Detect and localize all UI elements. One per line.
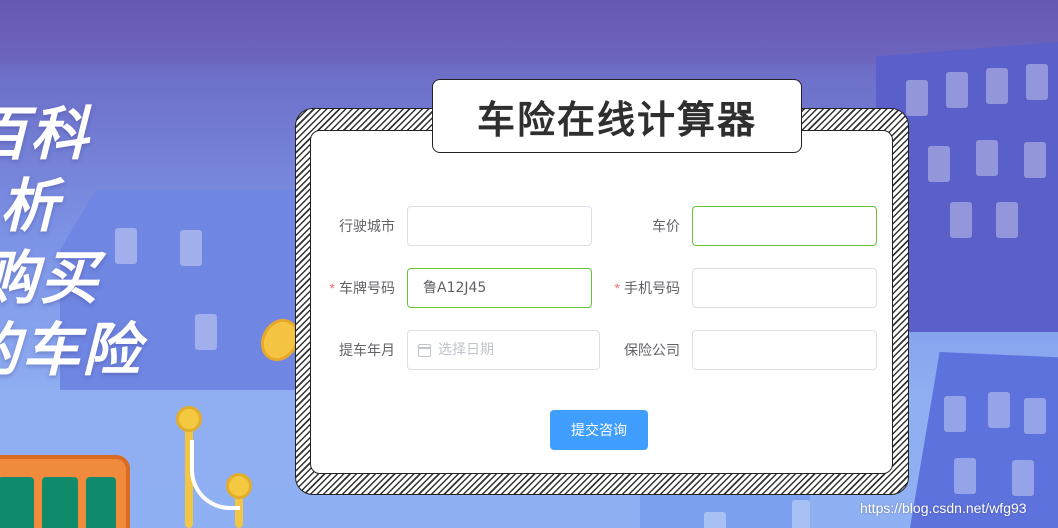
title-box: 车险在线计算器: [432, 79, 802, 153]
plate-label: * 车牌号码: [329, 280, 395, 296]
pickup-date-picker[interactable]: 选择日期: [407, 330, 600, 370]
phone-label: * 手机号码: [614, 280, 680, 296]
slogan-line: 购买: [0, 244, 101, 312]
promo-slogan: 百科 析 购买 的车险: [0, 98, 142, 386]
price-label: 车价: [652, 218, 680, 234]
required-mark: *: [614, 280, 620, 296]
city-label: 行驶城市: [339, 218, 395, 234]
watermark-text: https://blog.csdn.net/wfg93: [860, 500, 1027, 516]
barrier-pole-top: [176, 406, 202, 432]
phone-input[interactable]: [692, 268, 877, 308]
slogan-line: 百科: [0, 100, 91, 168]
plate-input[interactable]: 鲁A12J45: [407, 268, 592, 308]
pickup-date-label: 提车年月: [339, 342, 395, 358]
required-mark: *: [329, 280, 335, 296]
bus-illustration: [0, 455, 130, 528]
price-input[interactable]: [692, 206, 877, 246]
date-placeholder: 选择日期: [438, 342, 494, 358]
background-top-band: [0, 0, 1058, 64]
slogan-line: 的车险: [0, 316, 143, 384]
insurer-input[interactable]: [692, 330, 877, 370]
insurer-label: 保险公司: [624, 342, 680, 358]
page-title: 车险在线计算器: [476, 97, 757, 142]
submit-button[interactable]: 提交咨询: [550, 410, 648, 450]
slogan-line: 析: [0, 172, 61, 240]
city-input[interactable]: [407, 206, 592, 246]
calendar-icon: [418, 344, 431, 357]
barrier-rope: [190, 440, 240, 510]
